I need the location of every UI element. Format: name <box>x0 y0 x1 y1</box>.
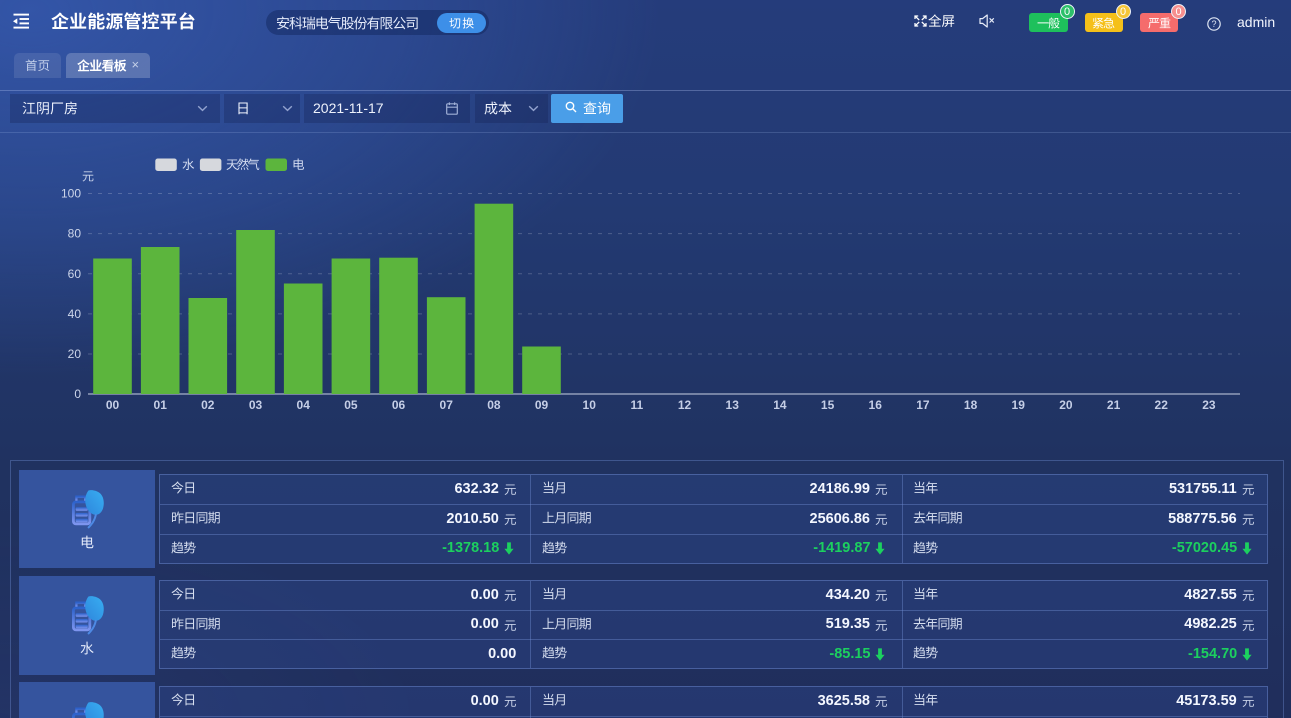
svg-text:19: 19 <box>1012 398 1026 412</box>
svg-text:08: 08 <box>487 398 501 412</box>
svg-text:20: 20 <box>1059 398 1073 412</box>
svg-text:03: 03 <box>249 398 263 412</box>
svg-text:12: 12 <box>678 398 692 412</box>
svg-text:23: 23 <box>1202 398 1216 412</box>
svg-text:15: 15 <box>821 398 835 412</box>
svg-text:07: 07 <box>440 398 454 412</box>
svg-text:18: 18 <box>964 398 978 412</box>
svg-text:0: 0 <box>74 387 81 401</box>
svg-text:22: 22 <box>1155 398 1169 412</box>
svg-text:01: 01 <box>154 398 168 412</box>
svg-text:05: 05 <box>344 398 358 412</box>
svg-text:80: 80 <box>68 227 82 241</box>
svg-text:100: 100 <box>61 187 81 201</box>
svg-text:09: 09 <box>535 398 549 412</box>
svg-text:11: 11 <box>631 398 644 412</box>
svg-text:04: 04 <box>297 398 311 412</box>
svg-text:13: 13 <box>726 398 740 412</box>
svg-text:21: 21 <box>1107 398 1121 412</box>
svg-text:10: 10 <box>583 398 597 412</box>
svg-text:00: 00 <box>106 398 120 412</box>
svg-text:60: 60 <box>68 267 82 281</box>
svg-text:16: 16 <box>869 398 883 412</box>
svg-text:17: 17 <box>916 398 930 412</box>
svg-text:20: 20 <box>68 347 82 361</box>
svg-text:14: 14 <box>773 398 787 412</box>
svg-text:02: 02 <box>201 398 215 412</box>
svg-text:40: 40 <box>68 307 82 321</box>
svg-text:06: 06 <box>392 398 406 412</box>
svg-text:?: ? <box>1211 19 1216 29</box>
